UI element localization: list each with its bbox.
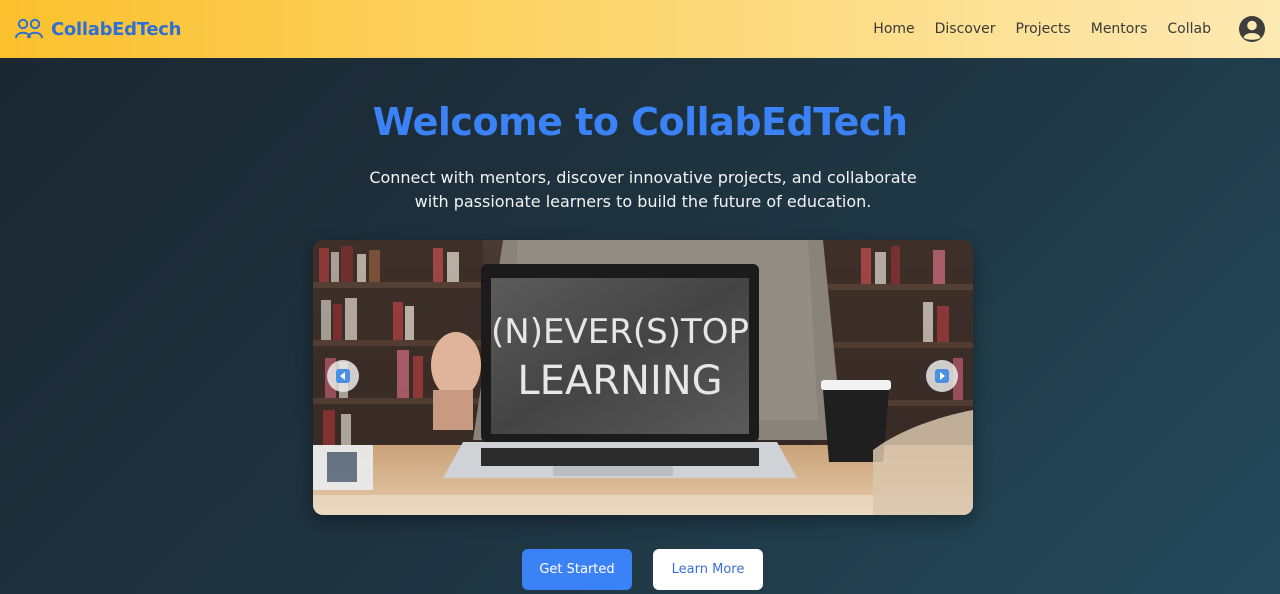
slide-text-line2: LEARNING bbox=[517, 358, 722, 404]
hero-subtitle: Connect with mentors, discover innovativ… bbox=[369, 168, 917, 211]
navbar: CollabEdTech Home Discover Projects Ment… bbox=[0, 0, 1280, 58]
nav-link-projects[interactable]: Projects bbox=[1016, 21, 1071, 37]
slide-text-line1: (N)EVER(S)TOP bbox=[491, 312, 749, 352]
carousel-next-button[interactable] bbox=[926, 360, 958, 392]
carousel-slide-image: (N)EVER(S)TOP LEARNING bbox=[313, 240, 973, 515]
nav-link-mentors[interactable]: Mentors bbox=[1091, 21, 1148, 37]
main-nav: Home Discover Projects Mentors Collab bbox=[853, 15, 1266, 43]
nav-link-home[interactable]: Home bbox=[873, 21, 914, 37]
hero-title: Welcome to CollabEdTech bbox=[372, 100, 908, 144]
carousel-prev-button[interactable] bbox=[327, 360, 359, 392]
users-icon bbox=[15, 18, 43, 39]
arrow-left-icon bbox=[336, 369, 350, 383]
user-circle-icon[interactable] bbox=[1238, 15, 1266, 43]
nav-link-discover[interactable]: Discover bbox=[935, 21, 996, 37]
brand[interactable]: CollabEdTech bbox=[14, 16, 181, 42]
image-carousel[interactable]: (N)EVER(S)TOP LEARNING bbox=[313, 240, 973, 515]
learn-more-button[interactable]: Learn More bbox=[653, 549, 763, 590]
arrow-right-icon bbox=[935, 369, 949, 383]
brand-name: CollabEdTech bbox=[51, 18, 182, 40]
nav-link-collab[interactable]: Collab bbox=[1167, 21, 1211, 37]
get-started-button[interactable]: Get Started bbox=[522, 549, 632, 590]
